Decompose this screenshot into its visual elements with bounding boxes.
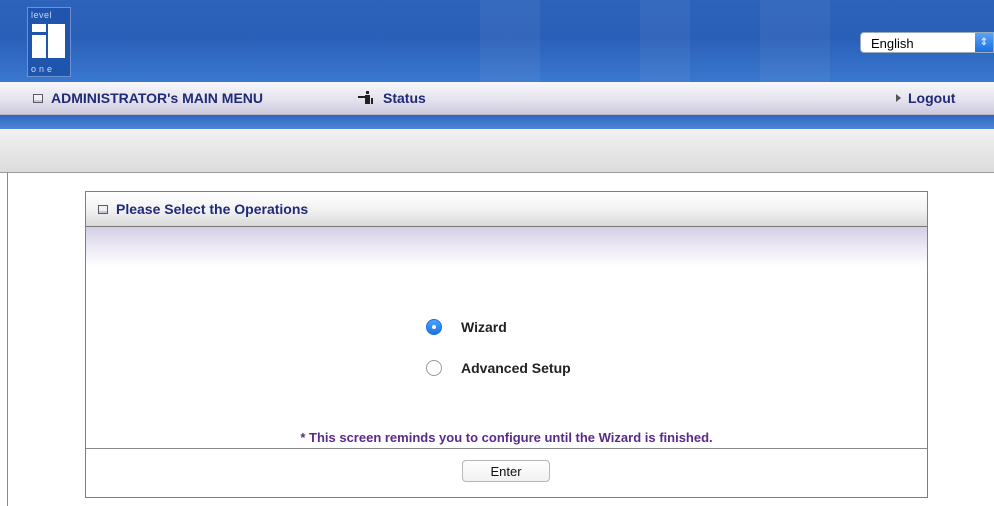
- top-banner: level one English ⇕: [0, 0, 994, 82]
- logo-block: [32, 35, 46, 58]
- panel-gradient: [86, 227, 927, 267]
- wizard-radio[interactable]: [426, 319, 442, 335]
- square-bullet-icon: [33, 93, 43, 103]
- logo-block: [48, 24, 65, 58]
- select-arrows-icon: ⇕: [975, 33, 993, 52]
- advanced-setup-label: Advanced Setup: [461, 360, 571, 376]
- language-select[interactable]: English ⇕: [860, 32, 994, 53]
- status-link[interactable]: Status: [357, 82, 426, 114]
- language-select-value: English: [871, 36, 914, 51]
- status-label: Status: [383, 90, 426, 106]
- panel-divider: [86, 448, 927, 449]
- logo-text-top: level: [31, 10, 53, 20]
- advanced-setup-radio[interactable]: [426, 360, 442, 376]
- logo-block: [32, 24, 46, 32]
- logout-label: Logout: [908, 90, 956, 106]
- square-bullet-icon: [98, 204, 108, 214]
- panel-header: Please Select the Operations: [86, 192, 927, 227]
- enter-button[interactable]: Enter: [462, 460, 550, 482]
- option-wizard[interactable]: Wizard: [426, 319, 507, 335]
- banner-decoration: [480, 0, 540, 82]
- status-icon: [357, 90, 373, 106]
- logo-text-bottom: one: [31, 64, 56, 74]
- arrow-right-icon: [896, 94, 901, 102]
- banner-decoration: [760, 0, 830, 82]
- toolbar-area: [0, 129, 994, 173]
- menu-bar: ADMINISTRATOR's MAIN MENU Status Logout: [0, 82, 994, 115]
- page-border: [7, 172, 8, 506]
- panel-title: Please Select the Operations: [116, 201, 309, 217]
- header-strip: [0, 115, 994, 129]
- main-menu-label: ADMINISTRATOR's MAIN MENU: [51, 90, 264, 106]
- option-advanced-setup[interactable]: Advanced Setup: [426, 360, 571, 376]
- wizard-label: Wizard: [461, 319, 507, 335]
- levelone-logo: level one: [27, 7, 71, 77]
- operations-panel: Please Select the Operations Wizard Adva…: [85, 191, 928, 498]
- banner-decoration: [640, 0, 690, 82]
- main-menu-link[interactable]: ADMINISTRATOR's MAIN MENU: [33, 82, 263, 114]
- logout-link[interactable]: Logout: [896, 82, 955, 114]
- wizard-reminder-note: * This screen reminds you to configure u…: [300, 430, 713, 445]
